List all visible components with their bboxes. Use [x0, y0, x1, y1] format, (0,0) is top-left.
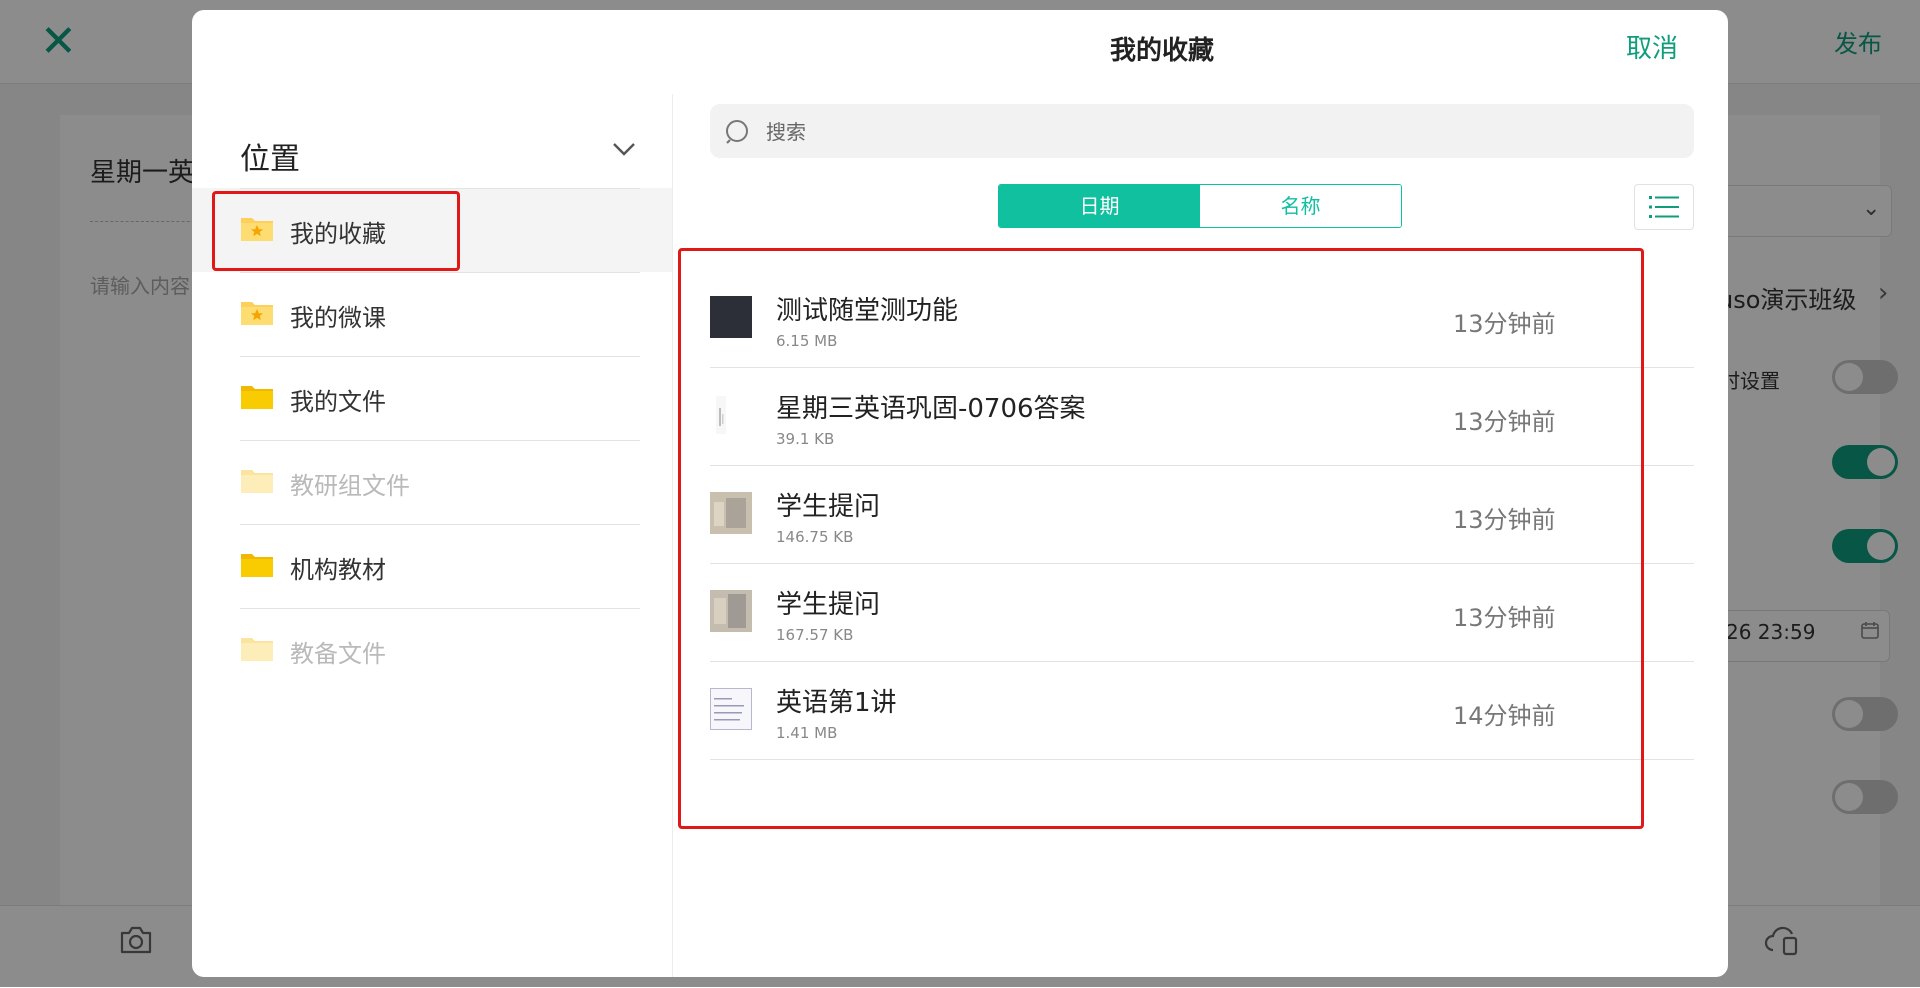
folder-label: 教研组文件 [290, 472, 410, 500]
sort-by-date-tab[interactable]: 日期 [999, 185, 1200, 227]
folder-item-my-microlessons[interactable]: 我的微课 [192, 272, 672, 356]
chevron-down-icon[interactable] [610, 134, 638, 162]
folder-label: 我的微课 [290, 304, 386, 332]
folder-label: 机构教材 [290, 556, 386, 584]
location-label: 位置 [240, 142, 300, 177]
sort-by-name-tab[interactable]: 名称 [1200, 185, 1401, 227]
folder-icon [241, 470, 273, 493]
folder-icon [241, 386, 273, 409]
folder-item-lesson-prep: 教备文件 [192, 608, 672, 692]
highlight-box-folder [212, 191, 460, 271]
star-folder-icon [241, 302, 273, 325]
modal-title: 我的收藏 [1109, 36, 1214, 66]
folder-item-research-group: 教研组文件 [192, 440, 672, 524]
folder-icon [241, 554, 273, 577]
search-box[interactable] [710, 104, 1694, 158]
search-icon [726, 120, 748, 144]
search-input[interactable] [764, 112, 1668, 152]
list-view-button[interactable] [1634, 184, 1694, 230]
modal-title-row: 我的收藏 [192, 30, 1728, 67]
folder-icon [241, 638, 273, 661]
cancel-button[interactable]: 取消 [1626, 28, 1678, 65]
highlight-box-file-list [678, 248, 1644, 829]
folder-label: 我的文件 [290, 388, 386, 416]
list-icon [1649, 196, 1679, 218]
sort-segmented-control: 日期 名称 [998, 184, 1402, 228]
folder-item-institution-materials[interactable]: 机构教材 [192, 524, 672, 608]
folder-item-my-files[interactable]: 我的文件 [192, 356, 672, 440]
folder-label: 教备文件 [290, 640, 386, 668]
